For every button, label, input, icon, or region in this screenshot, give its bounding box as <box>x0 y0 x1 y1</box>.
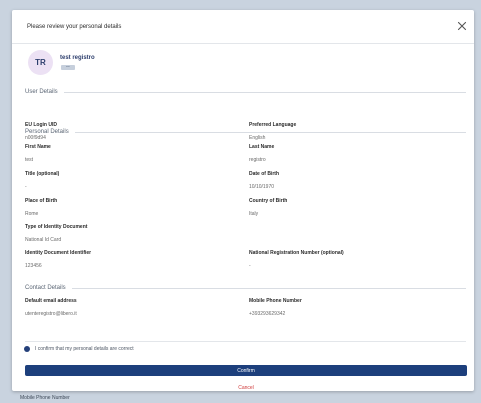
field-value: National Id Card <box>25 237 62 243</box>
field-email: Default email address utenteregistro@lib… <box>25 298 77 317</box>
field-label: Default email address <box>25 298 77 304</box>
section-contact-details: Contact Details <box>25 284 466 292</box>
field-value: utenteregistro@libero.it <box>25 311 77 317</box>
field-label: Last Name <box>249 144 275 150</box>
dialog-title: Please review your personal details <box>27 24 122 30</box>
field-value: 10/10/1970 <box>249 184 275 190</box>
field-first-name: First Name test <box>25 144 51 163</box>
avatar: TR <box>28 50 53 75</box>
field-value: - <box>249 263 251 269</box>
field-country-of-birth: Country of Birth Italy <box>249 198 287 217</box>
field-title: Title (optional) - <box>25 171 59 190</box>
field-date-of-birth: Date of Birth 10/10/1970 <box>249 171 279 190</box>
user-name: test registro <box>60 55 95 61</box>
field-label: Title (optional) <box>25 171 60 177</box>
user-badge: user <box>61 65 75 70</box>
footer-divider <box>25 341 466 342</box>
section-divider <box>63 91 466 93</box>
radio-checked-icon[interactable] <box>25 347 29 351</box>
dialog-header: Please review your personal details <box>12 10 474 44</box>
backdrop-field-label: Mobile Phone Number <box>20 395 70 401</box>
review-details-dialog: Please review your personal details TR t… <box>12 10 474 391</box>
field-last-name: Last Name registro <box>249 144 274 163</box>
field-label: National Registration Number (optional) <box>249 250 344 256</box>
field-value: +393293629342 <box>249 311 286 317</box>
field-national-registration-number: National Registration Number (optional) … <box>249 250 344 269</box>
field-mobile-phone: Mobile Phone Number +393293629342 <box>249 298 302 317</box>
section-divider <box>71 287 466 289</box>
section-user-details: User Details <box>25 88 466 96</box>
field-place-of-birth: Place of Birth Rome <box>25 198 57 217</box>
field-label: Country of Birth <box>249 198 288 204</box>
field-value: 123456 <box>25 263 42 269</box>
section-title: Contact Details <box>25 285 66 291</box>
field-value: Rome <box>25 211 39 217</box>
field-value: registro <box>249 157 266 163</box>
section-title: User Details <box>25 89 58 95</box>
section-title: Personal Details <box>25 129 69 135</box>
confirm-button[interactable]: Confirm <box>25 365 467 376</box>
field-label: Place of Birth <box>25 198 58 204</box>
field-label: First Name <box>25 144 51 150</box>
confirm-details-label: I confirm that my personal details are c… <box>35 346 134 352</box>
confirm-details-radio[interactable]: I confirm that my personal details are c… <box>25 345 134 353</box>
field-value: - <box>25 184 27 190</box>
field-label: Mobile Phone Number <box>249 298 302 304</box>
section-personal-details: Personal Details <box>25 128 466 136</box>
field-value: Italy <box>249 211 259 217</box>
field-value: test <box>25 157 34 163</box>
field-label: Type of Identity Document <box>25 224 88 230</box>
cancel-button[interactable]: Cancel <box>226 384 266 392</box>
field-id-document-identifier: Identity Document Identifier 123456 <box>25 250 91 269</box>
section-divider <box>74 131 466 133</box>
field-label: Date of Birth <box>249 171 279 177</box>
field-id-document-type: Type of Identity Document National Id Ca… <box>25 224 87 243</box>
field-label: Identity Document Identifier <box>25 250 92 256</box>
close-icon[interactable] <box>456 19 468 31</box>
